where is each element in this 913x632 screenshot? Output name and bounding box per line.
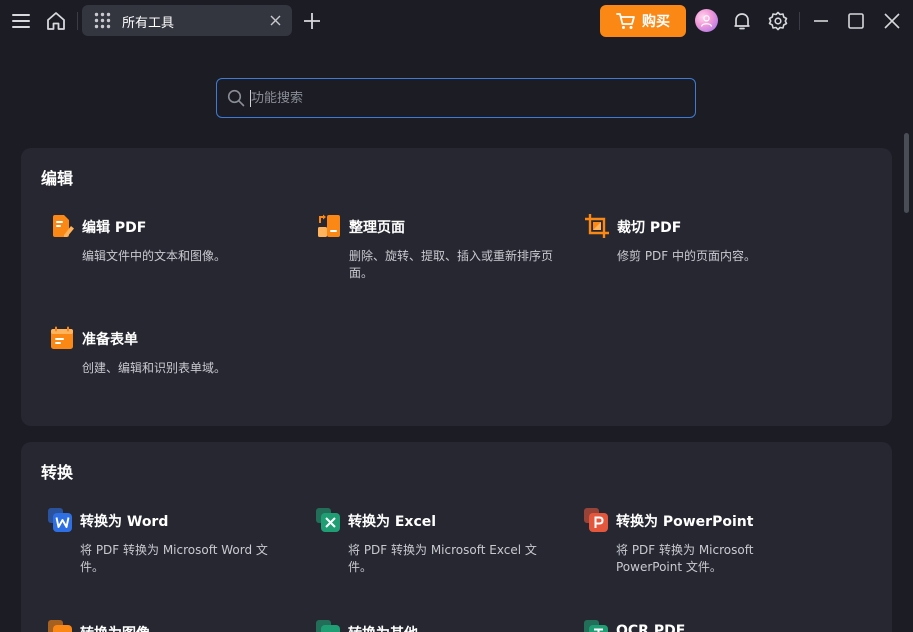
search-box[interactable] (216, 78, 696, 118)
tool-description: 将 PDF 转换为 Microsoft Excel 文件。 (348, 543, 537, 574)
crop-pdf-icon (585, 214, 609, 238)
notifications-button[interactable] (727, 6, 757, 36)
prepare-form-icon (51, 326, 73, 349)
tool-description: 创建、编辑和识别表单域。 (82, 361, 227, 375)
home-icon (47, 12, 65, 30)
buy-label: 购买 (642, 14, 670, 30)
plus-icon (304, 13, 320, 29)
section-convert: 转换 转换为 Word 将 PDF 转换为 Microsoft Word 文件。… (21, 442, 892, 632)
new-tab-button[interactable] (297, 6, 327, 36)
organize-pages-icon (318, 214, 340, 237)
section-title: 转换 (41, 463, 74, 482)
tool-name: 转换为其他 (348, 623, 418, 632)
other-format-icon (316, 620, 340, 632)
tab-all-tools[interactable]: 所有工具 (82, 5, 292, 36)
edit-pdf-icon (53, 215, 74, 237)
tool-name: 编辑 PDF (82, 220, 147, 236)
tab-title: 所有工具 (122, 16, 175, 31)
menu-button[interactable] (6, 6, 36, 36)
tool-description: 编辑文件中的文本和图像。 (82, 249, 227, 263)
word-icon (48, 508, 72, 532)
maximize-icon (848, 13, 864, 29)
tool-name: OCR PDF (616, 623, 686, 632)
hamburger-menu-icon (12, 14, 30, 28)
search-icon (227, 89, 245, 107)
search-input[interactable] (251, 80, 681, 116)
tool-name: 转换为 PowerPoint (616, 514, 754, 530)
tool-name: 转换为 Excel (348, 514, 437, 530)
powerpoint-icon (584, 508, 608, 532)
maximize-button[interactable] (841, 6, 871, 36)
avatar[interactable] (695, 9, 718, 32)
tool-name: 准备表单 (82, 332, 138, 348)
tool-description: 删除、旋转、提取、插入或重新排序页面。 (349, 249, 554, 280)
tool-description: 修剪 PDF 中的页面内容。 (617, 249, 757, 263)
section-edit: 编辑 编辑 PDF 编辑文件中的文本和图像。 整理页面 删除、旋转、提取、插入或… (21, 148, 892, 426)
tool-name: 转换为 Word (80, 514, 169, 530)
scrollbar-thumb[interactable] (904, 133, 909, 213)
grid-dots-icon (94, 12, 111, 29)
minimize-icon (814, 20, 828, 22)
buy-button[interactable]: 购买 (600, 5, 686, 37)
tool-description: 将 PDF 转换为 Microsoft Word 文件。 (80, 543, 268, 574)
close-window-button[interactable] (877, 6, 907, 36)
tool-name: 整理页面 (349, 220, 405, 236)
home-button[interactable] (41, 6, 71, 36)
gear-icon (768, 11, 788, 31)
settings-button[interactable] (763, 6, 793, 36)
title-bar: 所有工具 购买 (0, 0, 913, 42)
section-title: 编辑 (41, 169, 74, 188)
tool-description: 将 PDF 转换为 Microsoft PowerPoint 文件。 (616, 543, 754, 574)
shopping-cart-icon (616, 13, 635, 29)
minimize-button[interactable] (806, 6, 836, 36)
window-controls-separator (799, 12, 800, 30)
tool-name: 裁切 PDF (617, 220, 682, 236)
close-icon[interactable] (269, 14, 282, 27)
title-separator (77, 12, 78, 30)
tool-name: 转换为图像 (80, 623, 150, 632)
excel-icon (316, 508, 340, 532)
image-icon (48, 620, 72, 632)
user-icon (700, 15, 713, 27)
ocr-icon (584, 620, 608, 632)
close-icon (884, 13, 900, 29)
bell-icon (734, 13, 750, 30)
